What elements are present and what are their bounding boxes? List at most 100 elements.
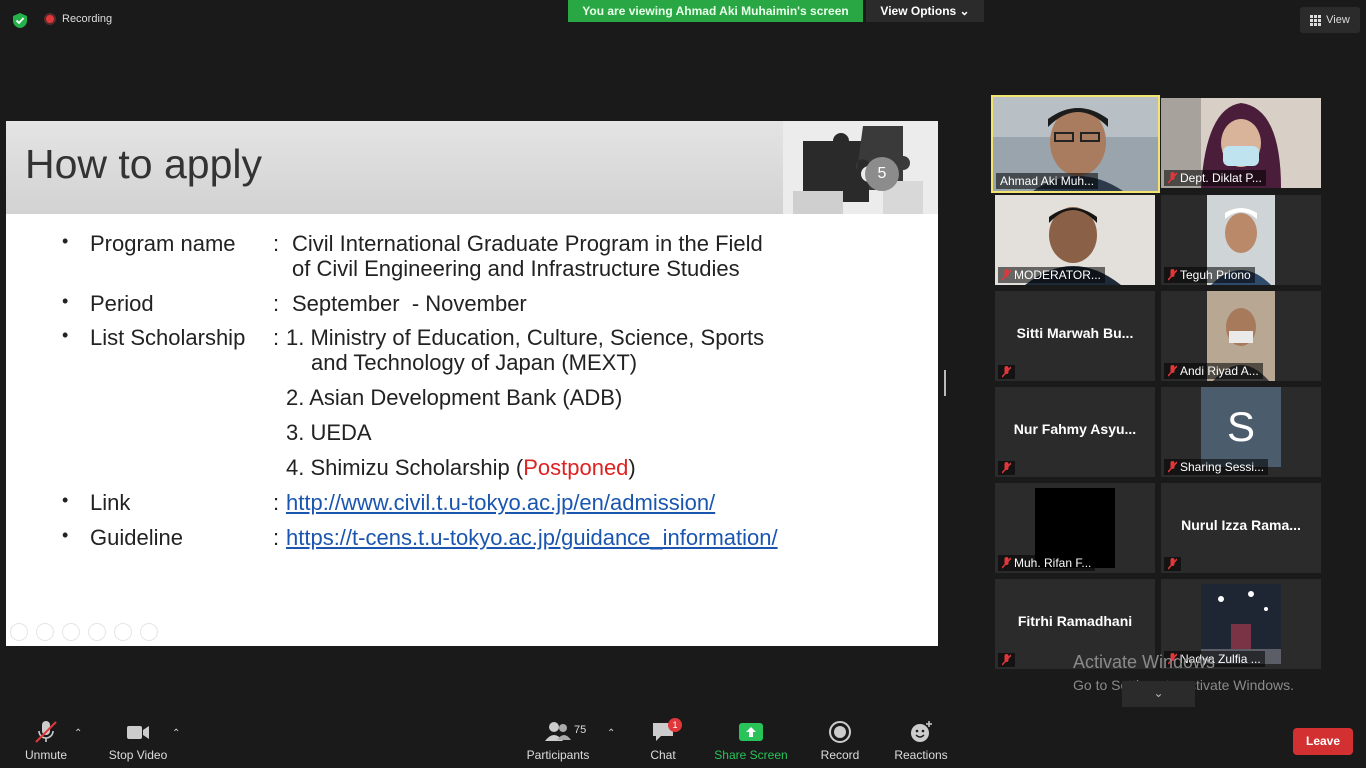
participant-name-text: Sharing Sessi... (1180, 460, 1265, 474)
audio-options-caret-icon[interactable]: ⌃ (74, 728, 82, 739)
participant-tile[interactable]: Muh. Rifan F... (995, 483, 1155, 573)
stop-video-button[interactable]: Stop Video (106, 720, 170, 762)
period-label: Period (90, 291, 154, 316)
stop-video-label: Stop Video (108, 748, 168, 762)
guideline-link[interactable]: https://t-cens.t.u-tokyo.ac.jp/guidance_… (286, 525, 778, 551)
record-icon (829, 721, 851, 743)
record-button[interactable]: Record (818, 720, 862, 762)
participants-options-caret-icon[interactable]: ⌃ (607, 728, 615, 739)
next-slide-icon[interactable] (36, 623, 54, 641)
shared-screen-slide: How to apply 5 • Program name : Civil In… (6, 121, 938, 646)
mic-muted-icon (1002, 462, 1011, 474)
slides-icon[interactable] (88, 623, 106, 641)
participant-tile[interactable]: Nur Fahmy Asyu... (995, 387, 1155, 477)
participant-tile[interactable]: Dept. Diklat P... (1161, 98, 1321, 188)
viewing-banner: You are viewing Ahmad Aki Muhaimin's scr… (568, 0, 863, 22)
reactions-button[interactable]: Reactions (892, 720, 950, 762)
participant-tile[interactable]: Ahmad Aki Muh... (991, 95, 1160, 193)
bullet: • (62, 231, 69, 251)
participant-display-name: Sitti Marwah Bu... (1016, 325, 1134, 341)
view-options-button[interactable]: View Options ⌄ (866, 0, 984, 22)
program-label: Program name (90, 231, 236, 256)
more-icon[interactable] (140, 623, 158, 641)
zoom-icon[interactable] (114, 623, 132, 641)
scholarship-item-3: 3. UEDA (286, 420, 372, 445)
period-row: • Period : September - November (6, 291, 938, 321)
participants-icon (545, 722, 571, 741)
colon: : (273, 291, 280, 316)
admission-link[interactable]: http://www.civil.t.u-tokyo.ac.jp/en/admi… (286, 490, 715, 516)
gallery-scroll-down-button[interactable]: ⌄ (1122, 681, 1195, 707)
participant-tile[interactable]: Andi Riyad A... (1161, 291, 1321, 381)
slide-page-number: 5 (865, 157, 899, 191)
period-value: September - November (292, 291, 527, 316)
leave-button[interactable]: Leave (1293, 728, 1353, 755)
participant-name-text: Teguh Priono (1180, 268, 1251, 282)
participant-tile[interactable]: MODERATOR... (995, 195, 1155, 285)
prev-slide-icon[interactable] (10, 623, 28, 641)
recording-indicator[interactable]: Recording (44, 13, 112, 25)
participant-name: Teguh Priono (1164, 267, 1255, 283)
activate-windows-title: Activate Windows (1073, 652, 1216, 672)
participants-label: Participants (526, 748, 590, 762)
grid-icon (1310, 14, 1322, 26)
view-button[interactable]: View (1300, 7, 1360, 33)
participant-name-text: Muh. Rifan F... (1014, 556, 1092, 570)
mic-muted-icon (35, 721, 57, 743)
scholarship-item-4: 4. Shimizu Scholarship (Postponed) (286, 455, 636, 481)
colon: : (273, 525, 280, 550)
bullet: • (62, 325, 69, 345)
colon: : (273, 231, 280, 256)
bullet: • (62, 525, 69, 545)
meeting-toolbar: Unmute ⌃ Stop Video ⌃ Participants 75 ⌃ … (0, 708, 1366, 768)
mic-muted-icon (1168, 269, 1177, 281)
scholarship-4-prefix: 4. Shimizu Scholarship ( (286, 455, 524, 480)
smiley-icon (911, 721, 932, 742)
unmute-label: Unmute (24, 748, 68, 762)
share-screen-label: Share Screen (714, 748, 788, 762)
mic-muted-icon (1002, 557, 1011, 569)
mic-muted-icon (1168, 558, 1177, 570)
participant-tile[interactable]: Sitti Marwah Bu... (995, 291, 1155, 381)
slide-header: How to apply 5 (6, 121, 938, 214)
participant-name-text: Dept. Diklat P... (1180, 171, 1262, 185)
colon: : (273, 490, 280, 515)
meeting-top-bar: Recording You are viewing Ahmad Aki Muha… (0, 0, 1366, 40)
video-options-caret-icon[interactable]: ⌃ (172, 728, 180, 739)
participants-count: 75 (574, 724, 587, 736)
scholarship-item-1b: and Technology of Japan (MEXT) (311, 350, 638, 375)
shield-icon[interactable] (12, 12, 28, 29)
program-value-line1: Civil International Graduate Program in … (292, 231, 763, 256)
participant-name-text: Ahmad Aki Muh... (1000, 174, 1095, 188)
participant-tile[interactable]: Teguh Priono (1161, 195, 1321, 285)
participant-name: Ahmad Aki Muh... (996, 173, 1099, 189)
mic-muted-icon (1002, 269, 1011, 281)
participant-tile[interactable]: S Sharing Sessi... (1161, 387, 1321, 477)
participant-name (998, 461, 1015, 475)
participant-name-text: MODERATOR... (1014, 268, 1101, 282)
scholarship-item-2: 2. Asian Development Bank (ADB) (286, 385, 623, 410)
participant-name (1164, 557, 1181, 571)
link-row: • Link : http://www.civil.t.u-tokyo.ac.j… (6, 490, 938, 520)
share-screen-icon (739, 723, 763, 741)
program-value-line2: of Civil Engineering and Infrastructure … (292, 256, 740, 281)
unmute-button[interactable]: Unmute (20, 720, 72, 762)
recording-label: Recording (62, 13, 113, 25)
share-screen-button[interactable]: Share Screen (713, 720, 789, 762)
participant-name: Andi Riyad A... (1164, 363, 1263, 379)
participant-tile[interactable]: Nurul Izza Rama... (1161, 483, 1321, 573)
pen-icon[interactable] (62, 623, 80, 641)
puzzle-graphic (783, 121, 938, 214)
mic-muted-icon (1168, 365, 1177, 377)
participant-name: MODERATOR... (998, 267, 1105, 283)
record-dot-icon (44, 13, 56, 25)
scholarship-row: • List Scholarship : 1. Ministry of Educ… (6, 325, 938, 485)
mic-muted-icon (1168, 461, 1177, 473)
chevron-down-icon: ⌄ (1153, 686, 1164, 700)
reactions-label: Reactions (894, 748, 948, 762)
chat-unread-badge: 1 (668, 718, 682, 732)
mic-muted-icon (1002, 654, 1011, 666)
mic-muted-icon (1002, 366, 1011, 378)
panel-resize-handle[interactable] (944, 370, 946, 396)
video-camera-icon (127, 726, 149, 739)
